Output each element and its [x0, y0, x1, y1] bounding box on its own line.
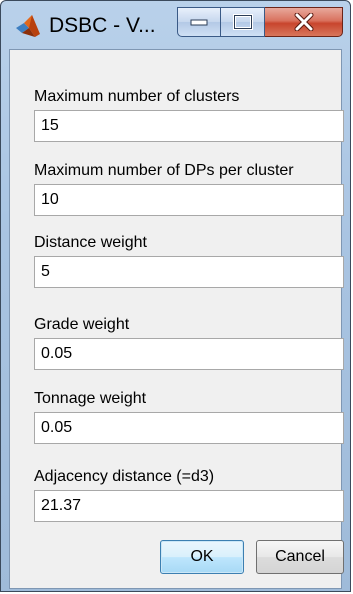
distance-weight-input[interactable]: [34, 256, 344, 288]
window-title: DSBC - V...: [49, 14, 156, 37]
dialog-body: Maximum number of clusters Maximum numbe…: [9, 49, 344, 589]
title-bar[interactable]: DSBC - V...: [1, 1, 350, 49]
max-clusters-label: Maximum number of clusters: [34, 88, 240, 105]
grade-weight-input[interactable]: [34, 338, 344, 370]
maximize-icon: [232, 14, 253, 30]
adjacency-distance-label: Adjacency distance (=d3): [34, 468, 215, 485]
max-dps-input[interactable]: [34, 184, 344, 216]
dialog-window: DSBC - V... Maximum number of clusters M…: [0, 0, 351, 592]
grade-weight-label: Grade weight: [34, 316, 130, 333]
matlab-logo-icon: [16, 15, 40, 37]
cancel-button[interactable]: Cancel: [256, 540, 344, 574]
ok-button[interactable]: OK: [160, 540, 244, 574]
distance-weight-label: Distance weight: [34, 234, 147, 251]
tonnage-weight-input[interactable]: [34, 412, 344, 444]
max-clusters-input[interactable]: [34, 110, 344, 142]
adjacency-distance-input[interactable]: [34, 490, 344, 522]
max-dps-label: Maximum number of DPs per cluster: [34, 162, 294, 179]
tonnage-weight-label: Tonnage weight: [34, 390, 147, 407]
close-icon: [294, 13, 313, 31]
minimize-icon: [190, 19, 208, 26]
minimize-button[interactable]: [177, 7, 221, 37]
close-button[interactable]: [265, 7, 343, 37]
maximize-button[interactable]: [221, 7, 265, 37]
